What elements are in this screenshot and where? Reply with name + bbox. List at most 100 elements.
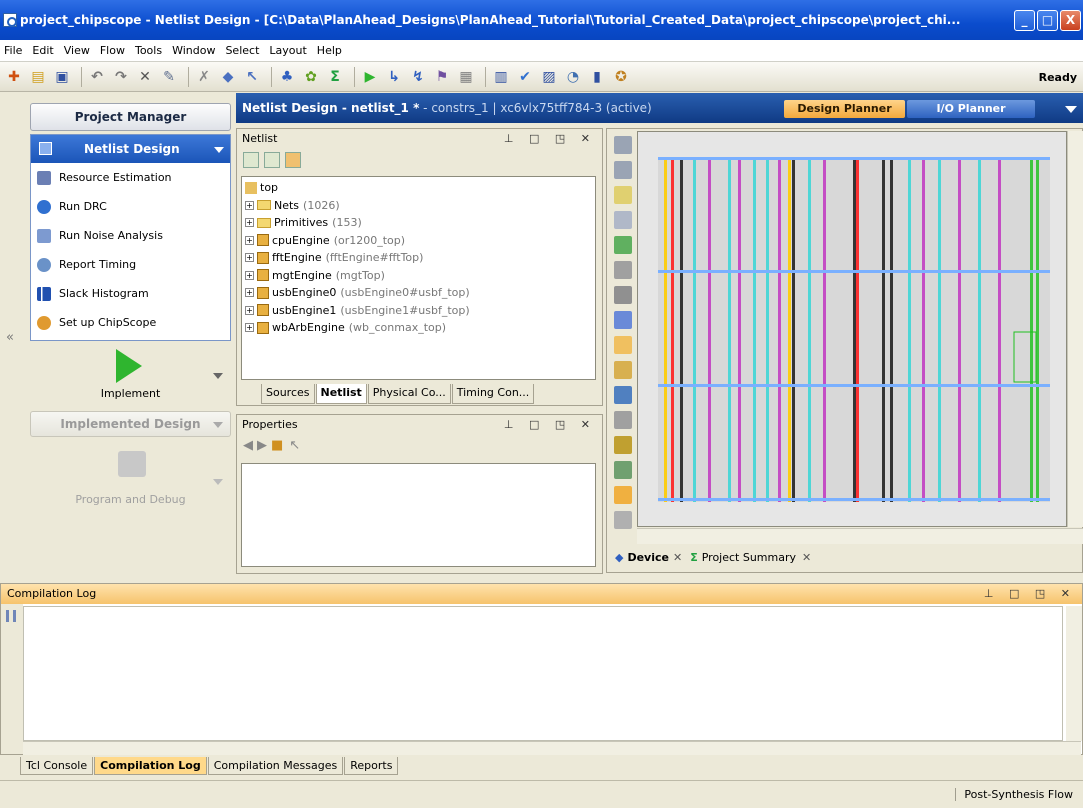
resource-estimation-item[interactable]: Resource Estimation <box>31 163 230 192</box>
expand-icon[interactable]: + <box>245 253 254 263</box>
tree-node[interactable]: + wbArbEngine (wb_conmax_top) <box>245 319 592 337</box>
set-up-chipscope-item[interactable]: Set up ChipScope <box>31 308 230 337</box>
chevron-down-icon[interactable] <box>213 373 223 379</box>
panel-controls[interactable]: ⊥ □ ◳ ✕ <box>504 129 596 149</box>
tree-node[interactable]: + cpuEngine (or1200_top) <box>245 232 592 250</box>
create-pblock-icon[interactable] <box>614 236 632 254</box>
drc-icon[interactable]: ✔ <box>515 67 535 87</box>
expand-icon[interactable]: + <box>245 200 254 210</box>
close-icon[interactable]: ✕ <box>802 551 811 564</box>
expand-all-icon[interactable] <box>264 152 280 168</box>
expand-icon[interactable]: + <box>245 235 254 245</box>
run-noise-analysis-item[interactable]: Run Noise Analysis <box>31 221 230 250</box>
ruler-icon[interactable] <box>614 411 632 429</box>
menu-tools[interactable]: Tools <box>135 44 162 57</box>
highlight-icon[interactable] <box>614 336 632 354</box>
menu-flow[interactable]: Flow <box>100 44 125 57</box>
menu-window[interactable]: Window <box>172 44 215 57</box>
tab-device[interactable]: Device <box>627 551 669 564</box>
schematic-icon[interactable]: ♣ <box>277 67 297 87</box>
io-icon[interactable] <box>614 436 632 454</box>
unplace-icon[interactable]: ✗ <box>194 67 214 87</box>
implemented-design-button[interactable]: Implemented Design <box>30 411 231 437</box>
tree-node[interactable]: + Primitives (153) <box>245 214 592 232</box>
device-icon[interactable]: ▦ <box>456 67 476 87</box>
delete-icon[interactable]: ✕ <box>135 67 155 87</box>
expand-icon[interactable]: + <box>245 270 254 280</box>
menu-file[interactable]: File <box>4 44 22 57</box>
tree-node[interactable]: + fftEngine (fftEngine#fftTop) <box>245 249 592 267</box>
tab-netlist[interactable]: Netlist <box>315 384 367 404</box>
minimize-button[interactable]: _ <box>1014 10 1035 31</box>
chevron-down-icon[interactable] <box>1065 106 1077 113</box>
slack-histogram-item[interactable]: Slack Histogram <box>31 279 230 308</box>
open-icon[interactable]: ▤ <box>28 67 48 87</box>
clock-region-icon[interactable] <box>614 461 632 479</box>
expand-icon[interactable]: + <box>245 323 254 333</box>
chipscope-icon[interactable]: ✪ <box>611 67 631 87</box>
close-button[interactable]: X <box>1060 10 1081 31</box>
expand-icon[interactable]: + <box>245 218 254 228</box>
horizontal-scrollbar[interactable] <box>637 528 1083 544</box>
back-arrow-icon[interactable]: ◀ <box>243 438 253 453</box>
forward-arrow-icon[interactable]: ▶ <box>257 438 267 453</box>
tab-timing-constraints[interactable]: Timing Con... <box>451 384 535 404</box>
histogram-icon[interactable]: ▮ <box>587 67 607 87</box>
design-planner-button[interactable]: Design Planner <box>784 100 905 118</box>
expand-icon[interactable]: + <box>245 305 254 315</box>
draw-icon[interactable] <box>614 511 632 529</box>
show-hierarchy-icon[interactable] <box>285 152 301 168</box>
panel-controls[interactable]: ⊥ □ ◳ ✕ <box>984 584 1076 604</box>
bitgen-icon[interactable]: ⚑ <box>432 67 452 87</box>
io-planner-button[interactable]: I/O Planner <box>907 100 1035 118</box>
menu-select[interactable]: Select <box>225 44 259 57</box>
menu-help[interactable]: Help <box>317 44 342 57</box>
vertical-scrollbar[interactable] <box>1067 131 1083 527</box>
expand-icon[interactable]: + <box>245 288 254 298</box>
tab-physical-constraints[interactable]: Physical Co... <box>367 384 451 404</box>
place-icon[interactable]: ◆ <box>218 67 238 87</box>
properties-icon[interactable]: ✎ <box>159 67 179 87</box>
flow-icon[interactable] <box>614 386 632 404</box>
implement-icon[interactable]: ↯ <box>408 67 428 87</box>
tab-tcl-console[interactable]: Tcl Console <box>20 757 94 775</box>
settings-icon[interactable]: ✿ <box>301 67 321 87</box>
place-pblock-icon[interactable] <box>614 261 632 279</box>
netlist-design-header[interactable]: Netlist Design <box>31 135 230 163</box>
new-project-icon[interactable]: ✚ <box>4 67 24 87</box>
pointer-icon[interactable]: ↖ <box>289 438 300 453</box>
add-icon[interactable] <box>614 286 632 304</box>
save-icon[interactable]: ▣ <box>52 67 72 87</box>
layers-icon[interactable] <box>614 311 632 329</box>
tab-sources[interactable]: Sources <box>261 384 315 404</box>
undo-icon[interactable]: ↶ <box>87 67 107 87</box>
implement-section[interactable]: Implement <box>30 345 231 405</box>
back-icon[interactable] <box>614 136 632 154</box>
zoom-fit-icon[interactable] <box>614 361 632 379</box>
tab-compilation-log[interactable]: Compilation Log <box>94 757 207 775</box>
noise-icon[interactable]: ▨ <box>539 67 559 87</box>
horizontal-scrollbar[interactable] <box>23 741 1081 755</box>
run-drc-item[interactable]: Run DRC <box>31 192 230 221</box>
maximize-button[interactable]: □ <box>1037 10 1058 31</box>
synthesize-icon[interactable]: ↳ <box>384 67 404 87</box>
tree-root[interactable]: top <box>245 179 592 197</box>
forward-icon[interactable] <box>614 161 632 179</box>
tree-node[interactable]: + usbEngine0 (usbEngine0#usbf_top) <box>245 284 592 302</box>
menu-edit[interactable]: Edit <box>32 44 53 57</box>
redo-icon[interactable]: ↷ <box>111 67 131 87</box>
select-icon[interactable]: ↖ <box>242 67 262 87</box>
route-icon[interactable] <box>614 211 632 229</box>
report-timing-item[interactable]: Report Timing <box>31 250 230 279</box>
menu-view[interactable]: View <box>64 44 90 57</box>
resource-icon[interactable]: ▥ <box>491 67 511 87</box>
summary-icon[interactable]: Σ <box>325 67 345 87</box>
close-icon[interactable]: ✕ <box>673 551 682 564</box>
play-icon[interactable] <box>116 349 142 383</box>
chevron-down-icon[interactable] <box>214 147 224 153</box>
timing-icon[interactable]: ◔ <box>563 67 583 87</box>
project-manager-button[interactable]: Project Manager <box>30 103 231 131</box>
panel-controls[interactable]: ⊥ □ ◳ ✕ <box>504 415 596 435</box>
tree-node[interactable]: + Nets (1026) <box>245 197 592 215</box>
tab-compilation-messages[interactable]: Compilation Messages <box>207 757 344 775</box>
